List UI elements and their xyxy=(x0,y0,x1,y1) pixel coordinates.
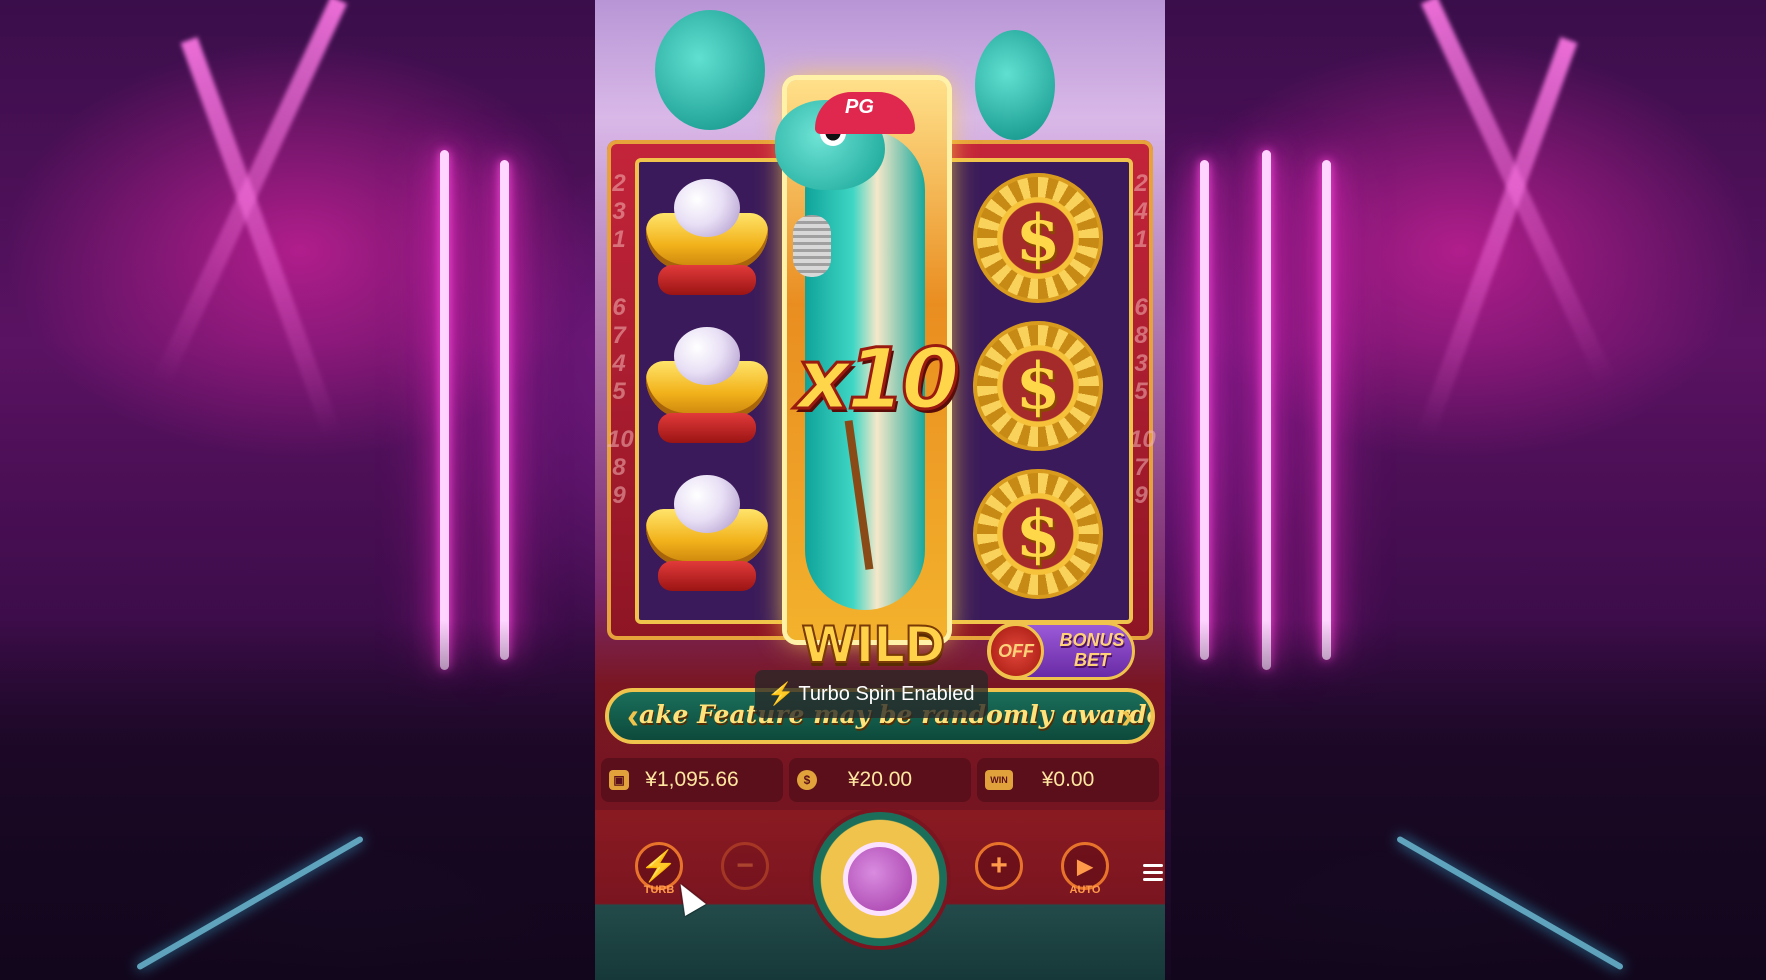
bet-display[interactable]: $ ¥20.00 xyxy=(789,758,971,802)
bet-value: ¥20.00 xyxy=(847,768,913,791)
light-beam xyxy=(180,36,342,438)
gold-ingot-symbol xyxy=(637,316,777,456)
toast-text: Turbo Spin Enabled xyxy=(798,683,975,705)
bonus-bet-state: OFF xyxy=(988,623,1044,679)
balance-value: ¥1,095.66 xyxy=(645,768,739,791)
chevron-right-icon: › xyxy=(1121,695,1133,736)
dollar-chain-symbol: $ xyxy=(968,464,1108,604)
menu-icon[interactable] xyxy=(1143,864,1163,881)
spin-icon xyxy=(843,842,917,916)
balance-display[interactable]: ▣ ¥1,095.66 xyxy=(601,758,783,802)
plus-icon: + xyxy=(990,849,1008,882)
gold-ingot-symbol xyxy=(637,464,777,604)
bonus-bet-label: BONUS BET xyxy=(1059,630,1125,670)
bonus-bet-toggle[interactable]: OFF BONUS BET xyxy=(987,622,1135,680)
increase-bet-button[interactable]: + xyxy=(975,842,1023,890)
microphone-icon xyxy=(793,215,831,277)
win-display: WIN ¥0.00 xyxy=(977,758,1159,802)
turbo-button[interactable]: ⚡ xyxy=(635,842,683,890)
crowd-silhouette xyxy=(0,620,595,980)
win-icon: WIN xyxy=(985,770,1013,790)
neon-tube xyxy=(500,160,509,660)
gold-ingot-symbol xyxy=(637,168,777,308)
auto-spin-button[interactable]: ▶ xyxy=(1061,842,1109,890)
wild-multiplier: x10 xyxy=(795,329,961,430)
dollar-chain-symbol: $ xyxy=(968,316,1108,456)
crowd-silhouette xyxy=(1171,620,1766,980)
lightning-icon: ⚡ xyxy=(767,681,795,706)
info-bar: ▣ ¥1,095.66 $ ¥20.00 WIN ¥0.00 xyxy=(601,758,1159,802)
neon-tube xyxy=(1262,150,1271,670)
neon-tube xyxy=(440,150,449,670)
minus-icon: − xyxy=(736,849,754,882)
neon-tube xyxy=(1322,160,1331,660)
slot-game-panel: 231 6745 10 8 9 241 6835 10 7 9 $ $ $ PG x10… xyxy=(595,0,1165,980)
wild-label: WILD xyxy=(800,615,946,675)
coin-stack-icon: $ xyxy=(797,770,817,790)
dollar-chain-symbol: $ xyxy=(968,168,1108,308)
dancing-snake-left xyxy=(655,10,765,130)
turbo-toast: ⚡ Turbo Spin Enabled xyxy=(755,670,989,718)
wallet-icon: ▣ xyxy=(609,770,629,790)
payline-numbers-left: 231 6745 10 8 9 xyxy=(607,170,634,509)
light-beam xyxy=(1416,36,1578,438)
auto-label: AUTO xyxy=(1069,884,1101,896)
win-value: ¥0.00 xyxy=(1041,768,1095,791)
decrease-bet-button[interactable]: − xyxy=(721,842,769,890)
play-icon: ▶ xyxy=(1077,855,1093,878)
cap-logo: PG xyxy=(845,96,874,118)
neon-tube xyxy=(1200,160,1209,660)
lightning-icon: ⚡ xyxy=(640,849,678,883)
dancing-snake-right xyxy=(975,30,1055,140)
chevron-left-icon: ‹ xyxy=(627,695,639,736)
